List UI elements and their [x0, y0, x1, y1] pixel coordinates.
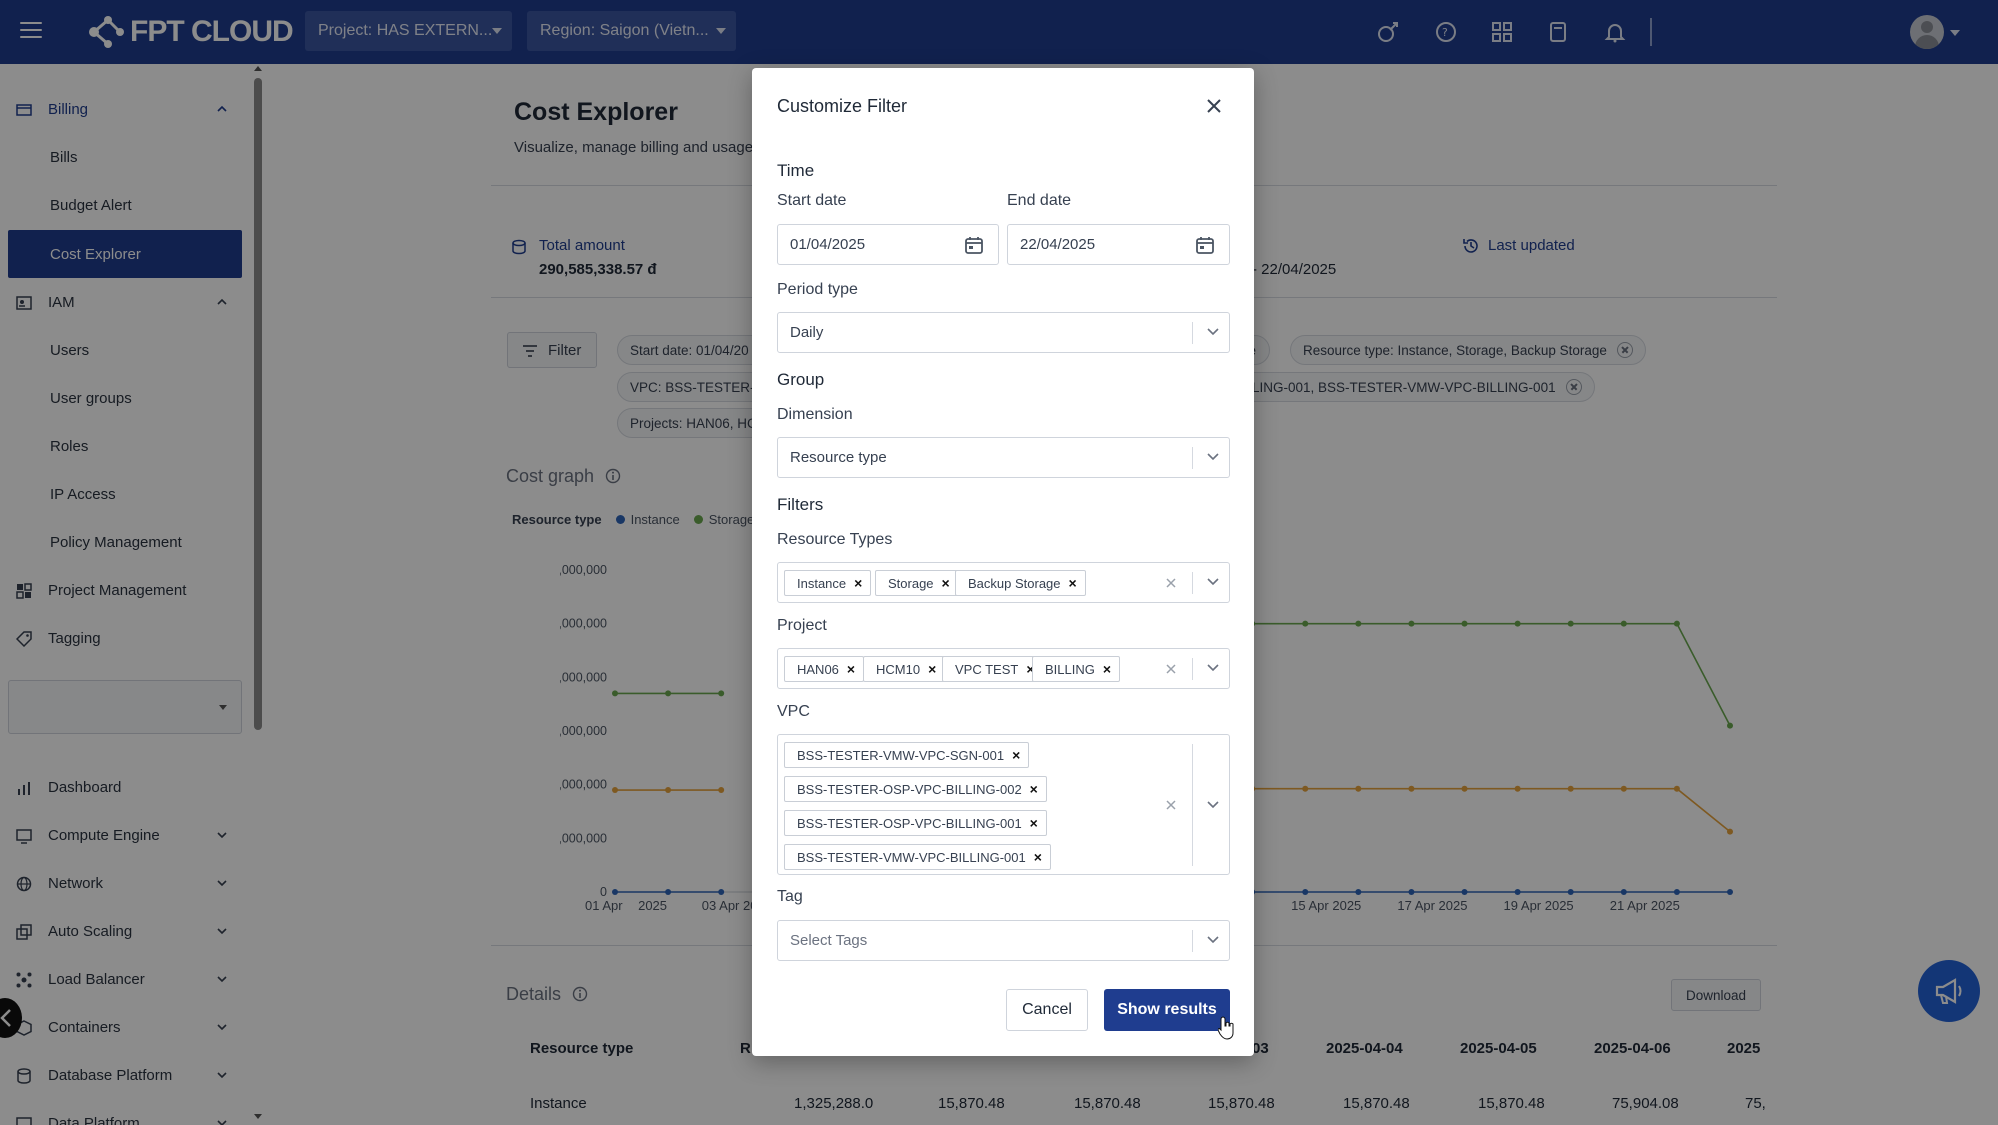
tag-label: HAN06	[797, 661, 839, 677]
start-date-field[interactable]: 01/04/2025	[777, 224, 999, 265]
close-icon[interactable]	[1204, 96, 1224, 116]
tag-label: BSS-TESTER-VMW-VPC-SGN-001	[797, 747, 1005, 763]
tag-label: BSS-TESTER-OSP-VPC-BILLING-001	[797, 815, 1022, 831]
calendar-icon[interactable]	[1195, 235, 1215, 255]
start-date-label: Start date	[777, 192, 847, 209]
calendar-icon[interactable]	[964, 235, 984, 255]
tag-label: Storage	[888, 575, 934, 591]
vpc-tag: BSS-TESTER-VMW-VPC-SGN-001 ×	[784, 742, 1030, 768]
resource-type-tag: Storage ×	[875, 570, 959, 596]
clear-icon[interactable]	[1164, 576, 1178, 590]
modal-title: Customize Filter	[777, 96, 908, 116]
end-date-value: 22/04/2025	[1020, 236, 1096, 253]
project-tag: HAN06 ×	[784, 656, 864, 682]
period-type-label: Period type	[777, 281, 858, 298]
tag-label: Backup Storage	[968, 575, 1061, 591]
tag-remove-icon[interactable]: ×	[847, 661, 863, 677]
tag-remove-icon[interactable]: ×	[1103, 661, 1119, 677]
project-label: Project	[777, 617, 827, 634]
start-date-value: 01/04/2025	[790, 236, 866, 253]
mouse-cursor-icon	[1218, 1016, 1234, 1040]
chevron-down-icon	[1207, 664, 1219, 672]
period-type-value: Daily	[790, 324, 824, 341]
tag-label: BSS-TESTER-VMW-VPC-BILLING-001	[797, 849, 1026, 865]
tag-select-placeholder: Select Tags	[790, 932, 868, 949]
tag-label: Tag	[777, 888, 803, 905]
project-tag: BILLING ×	[1032, 656, 1120, 682]
project-tag: HCM10 ×	[863, 656, 946, 682]
dimension-value: Resource type	[790, 449, 887, 466]
chevron-down-icon	[1207, 578, 1219, 586]
tag-remove-icon[interactable]: ×	[1069, 575, 1085, 591]
tag-remove-icon[interactable]: ×	[854, 575, 870, 591]
chevron-down-icon	[1207, 453, 1219, 461]
tag-label: BSS-TESTER-OSP-VPC-BILLING-002	[797, 781, 1022, 797]
cancel-button[interactable]: Cancel	[1006, 989, 1088, 1031]
vpc-label: VPC	[777, 703, 810, 720]
dimension-label: Dimension	[777, 406, 853, 423]
clear-icon[interactable]	[1164, 798, 1178, 812]
tag-label: BILLING	[1045, 661, 1095, 677]
clear-icon[interactable]	[1164, 662, 1178, 676]
tag-select[interactable]: Select Tags	[777, 920, 1230, 961]
chevron-down-icon	[1207, 801, 1219, 809]
resource-type-tag: Backup Storage ×	[955, 570, 1086, 596]
tag-label: HCM10	[876, 661, 921, 677]
end-date-label: End date	[1007, 192, 1072, 209]
show-results-button[interactable]: Show results	[1104, 989, 1230, 1031]
tag-remove-icon[interactable]: ×	[1034, 849, 1050, 865]
resource-type-tag: Instance ×	[784, 570, 872, 596]
filters-section-title: Filters	[777, 495, 824, 514]
group-section-title: Group	[777, 370, 825, 389]
vpc-tag: BSS-TESTER-OSP-VPC-BILLING-001 ×	[784, 810, 1047, 836]
time-section-title: Time	[777, 161, 815, 180]
tag-label: VPC TEST	[955, 661, 1019, 677]
tag-remove-icon[interactable]: ×	[1030, 781, 1046, 797]
customize-filter-modal: Customize Filter Time Start date End dat…	[752, 68, 1254, 1056]
vpc-tag: BSS-TESTER-OSP-VPC-BILLING-002 ×	[784, 776, 1047, 802]
vpc-tag: BSS-TESTER-VMW-VPC-BILLING-001 ×	[784, 844, 1051, 870]
tag-remove-icon[interactable]: ×	[1030, 815, 1046, 831]
dimension-select[interactable]: Resource type	[777, 437, 1230, 478]
chevron-down-icon	[1207, 328, 1219, 336]
tag-remove-icon[interactable]: ×	[1012, 747, 1028, 763]
project-tag: VPC TEST ×	[942, 656, 1044, 682]
tag-label: Instance	[797, 575, 847, 591]
period-type-select[interactable]: Daily	[777, 312, 1230, 353]
end-date-field[interactable]: 22/04/2025	[1007, 224, 1230, 265]
chevron-down-icon	[1207, 936, 1219, 944]
resource-types-label: Resource Types	[777, 531, 893, 548]
